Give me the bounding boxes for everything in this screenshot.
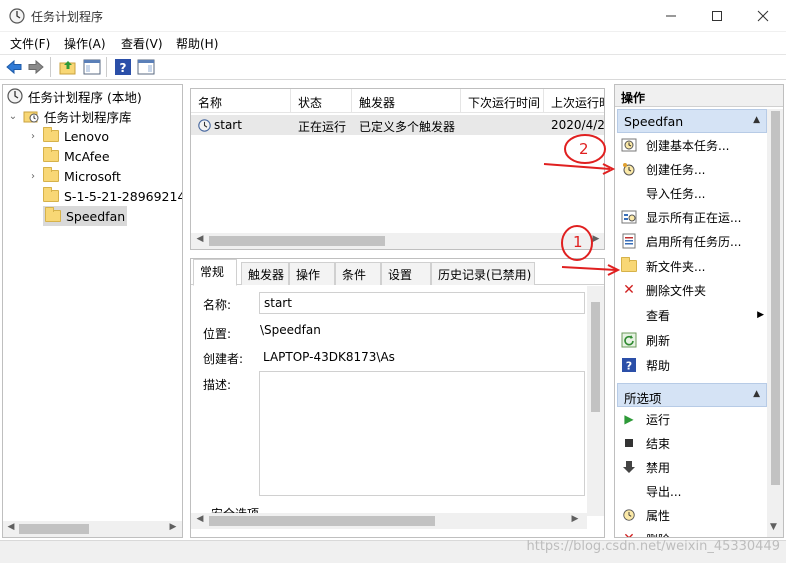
annotation-label-2: 2 <box>579 140 589 158</box>
annotation-overlay <box>543 134 621 276</box>
watermark: https://blog.csdn.net/weixin_45330449 <box>526 539 780 554</box>
annotation-label-1: 1 <box>573 233 583 251</box>
annotation-arrow-2 <box>543 163 611 170</box>
annotation-arrow-1 <box>561 266 617 271</box>
